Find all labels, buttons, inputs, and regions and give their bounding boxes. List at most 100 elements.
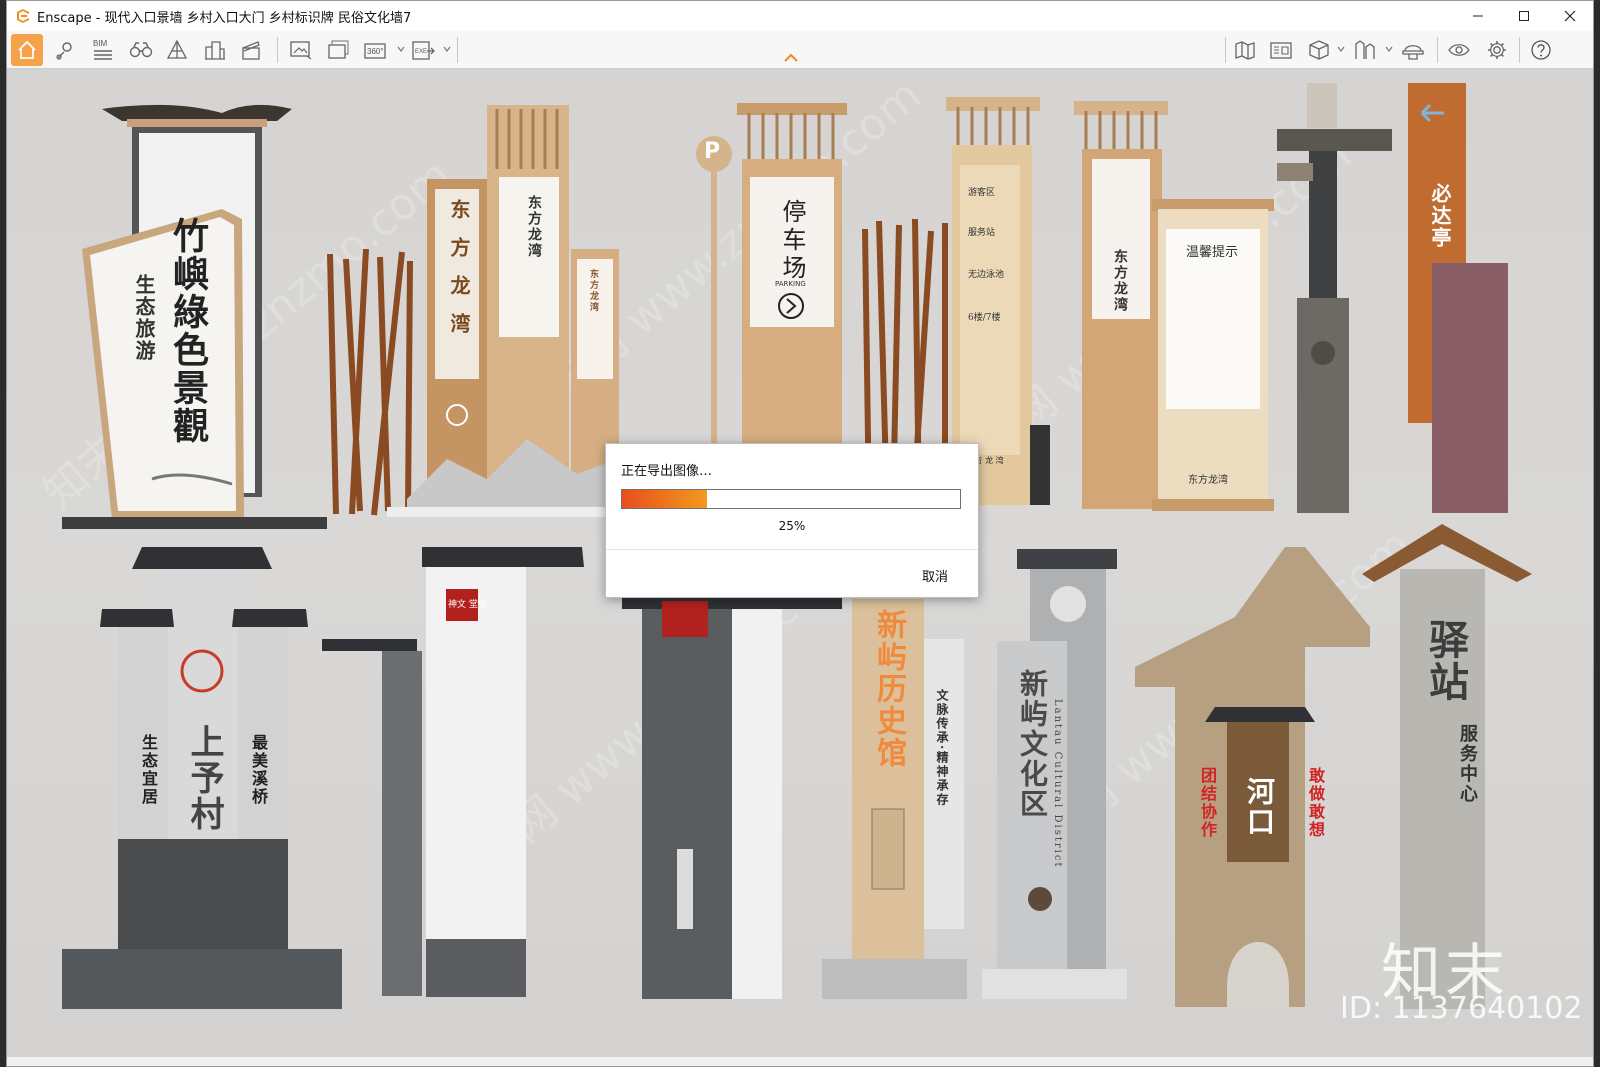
clapboard-icon [242,41,260,60]
sign-5-shape [1074,101,1274,511]
window-controls [1455,1,1593,31]
maximize-button[interactable] [1501,1,1547,31]
sign-9-side: 文脉传承·精神承存 [935,689,949,808]
export-progress-dialog: 正在导出图像… 25% 取消 [605,443,979,598]
sign-xinyu-culture-district: 新屿文化区 Lantau Cultural District [982,549,1142,1009]
bim-icon: BIM [93,39,112,60]
sign-shangyu-village: 上予村 生态宜居 最美溪桥 [62,539,347,1014]
bim-label: BIM [93,39,108,48]
panorama-label: 360° [367,47,384,56]
sign-1-title: 竹嶼綠色景觀 [167,217,209,445]
batch-render-icon [328,40,349,59]
settings-icon [1488,41,1506,59]
enscape-logo-icon [17,9,29,23]
buildings-button[interactable] [199,34,231,66]
directional-line-3: 无边泳池 [968,270,1005,280]
parking-subtitle: PARKING [775,280,806,288]
sign-dongfang-longwan-group: 东方龙湾 东方龙湾 东方龙湾 [387,99,637,519]
panorama-360-icon: 360° [364,43,386,59]
export-progress-bar [621,489,961,509]
sign-7-right: 最美溪桥 [249,734,268,806]
sign-11-main: 河口 [1243,777,1276,837]
cube-view-icon [1309,40,1329,60]
hat-icon [1402,45,1424,60]
sign-11-left: 团结协作 [1198,767,1217,839]
sign-7-main: 上予村 [184,724,224,832]
map-icon [1235,41,1255,60]
clapboard-button[interactable] [235,34,267,66]
materials-dropdown-icon[interactable] [1385,44,1393,54]
minimize-button[interactable] [1455,1,1501,31]
help-button[interactable] [1525,34,1557,66]
toolbar-separator [457,37,458,63]
warm-tips-footer: 东方龙湾 [1188,475,1228,486]
sign-hekou-gate: 河口 团结协作 敢做敢想 [1135,547,1370,1012]
help-icon [1531,40,1551,60]
sign-8-seal: 神文 堂化 [448,600,487,610]
asset-library-button[interactable] [1265,34,1297,66]
exe-dropdown-icon[interactable] [443,44,451,54]
close-button[interactable] [1547,1,1593,31]
window-title: Enscape - 现代入口景墙 乡村入口大门 乡村标识牌 民俗文化墙7 [37,10,412,26]
parking-letter: P [704,139,721,164]
export-progress-fill [622,490,707,508]
sign-12-main: 驿站 [1422,619,1469,703]
sign-10-main: 新屿文化区 [1016,669,1049,819]
toolbar-separator [1225,37,1226,63]
toolbar-separator [1519,37,1520,63]
sign-culture-wall: 神文 堂化 [322,539,842,1009]
bim-button[interactable]: BIM [87,34,119,66]
directional-line-1: 游客区 [968,188,996,198]
chevron-up-icon[interactable] [783,53,799,63]
sign-9-main: 新屿历史馆 [871,609,906,769]
enscape-window: Enscape - 现代入口景墙 乡村入口大门 乡村标识牌 民俗文化墙7 BIM [6,0,1594,1067]
perspective-button[interactable] [161,34,193,66]
title-bar: Enscape - 现代入口景墙 乡村入口大门 乡村标识牌 民俗文化墙7 [7,1,1593,31]
location-button[interactable] [49,34,81,66]
sign-8-shape [322,547,842,999]
binoculars-icon [129,42,153,58]
sign-12-sub: 服务中心 [1457,724,1478,804]
home-icon [18,40,36,59]
close-icon [1564,10,1576,22]
screenshot-icon [290,41,312,60]
materials-button[interactable] [1349,34,1381,66]
toolbar-separator [1437,37,1438,63]
exe-export-button[interactable]: EXE [407,34,439,66]
settings-button[interactable] [1481,34,1513,66]
dialog-divider [606,549,978,550]
home-button[interactable] [11,34,43,66]
cube-view-button[interactable] [1303,34,1335,66]
materials-icon [1355,40,1375,59]
directional-line-4: 6楼/7楼 [968,313,1001,323]
exe-export-icon: EXE [412,41,435,60]
parking-title: 停车场 [778,199,806,283]
hat-button[interactable] [1397,34,1429,66]
sign-11-right: 敢做敢想 [1306,767,1325,839]
sign-2-panel-text: 东方龙湾 [526,195,542,259]
panorama-dropdown-icon[interactable] [397,44,405,54]
location-pin-icon [56,42,72,60]
cube-view-dropdown-icon[interactable] [1337,44,1345,54]
panorama-button[interactable]: 360° [361,34,393,66]
stone-pillar [1277,83,1392,513]
visibility-button[interactable] [1443,34,1475,66]
perspective-icon [166,39,188,59]
batch-render-button[interactable] [323,34,355,66]
export-progress-text: 25% [778,519,806,533]
sign-6-chars: 必达亭 [1428,183,1452,249]
sign-2-chars: 东方龙湾 [447,199,471,351]
sign-7-left: 生态宜居 [139,734,158,806]
render-viewport[interactable]: 知末网 www.znzmo.com 知末网 www.znzmo.com 知末网 … [7,69,1593,1057]
sign-bamboo-green-landscape: 竹嶼綠色景觀 生态旅游 [62,99,332,529]
binoculars-button[interactable] [125,34,157,66]
toolbar: BIM 360° EXE [7,31,1593,69]
screenshot-button[interactable] [285,34,317,66]
sign-2-small-panel-text: 东方龙湾 [588,269,598,313]
map-button[interactable] [1229,34,1261,66]
directional-line-2: 服务站 [968,228,996,238]
cancel-button[interactable]: 取消 [922,566,948,585]
sign-xinyu-history-museum: 新屿历史馆 文脉传承·精神承存 [822,599,992,1009]
watermark-id: ID: 1137640102 [1340,991,1583,1026]
sign-10-en: Lantau Cultural District [1052,699,1063,869]
